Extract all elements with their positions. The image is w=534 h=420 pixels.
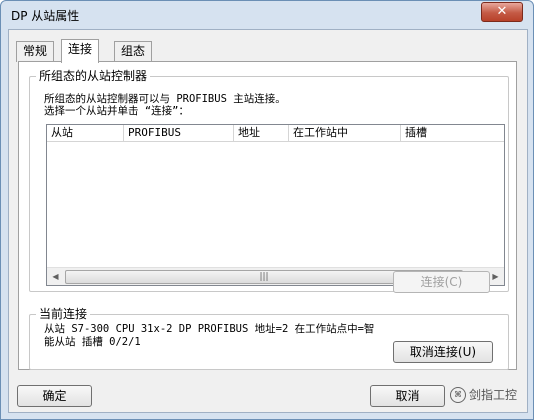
scroll-left-arrow-icon[interactable]: ◀ bbox=[47, 268, 64, 285]
tab-general[interactable]: 常规 bbox=[16, 41, 55, 62]
wechat-icon: ⌘ bbox=[449, 386, 466, 403]
disconnect-button-label: 取消连接(U) bbox=[409, 345, 477, 359]
dialog-window: DP 从站属性 ✕ 常规 连接 组态 所组态的从站控制器 所组态的从站控制器可以… bbox=[0, 0, 534, 420]
cancel-button-label: 取消 bbox=[395, 389, 420, 403]
tab-connection-label: 连接 bbox=[68, 42, 93, 56]
tab-panel: 所组态的从站控制器 所组态的从站控制器可以与 PROFIBUS 主站连接。 选择… bbox=[18, 61, 517, 370]
current-connection-group-label: 当前连接 bbox=[36, 307, 91, 321]
window-title: DP 从站属性 bbox=[11, 9, 80, 23]
connect-button[interactable]: 连接(C) bbox=[393, 271, 490, 293]
ok-button-label: 确定 bbox=[42, 389, 67, 403]
cancel-button[interactable]: 取消 bbox=[370, 385, 445, 407]
column-header-station[interactable]: 在工作站中 bbox=[289, 125, 401, 141]
tab-configuration-label: 组态 bbox=[121, 44, 146, 58]
current-connection-line-2: 能从站 插槽 0/2/1 bbox=[44, 336, 141, 348]
current-connection-line-1: 从站 S7-300 CPU 31x-2 DP PROFIBUS 地址=2 在工作… bbox=[44, 323, 375, 335]
ok-button[interactable]: 确定 bbox=[17, 385, 92, 407]
disconnect-button[interactable]: 取消连接(U) bbox=[393, 341, 493, 363]
watermark: ⌘ 剑指工控 bbox=[449, 386, 517, 403]
tab-connection[interactable]: 连接 bbox=[61, 39, 100, 63]
dialog-client-area: 常规 连接 组态 所组态的从站控制器 所组态的从站控制器可以与 PROFIBUS… bbox=[8, 29, 528, 413]
configured-slaves-group-label: 所组态的从站控制器 bbox=[36, 69, 151, 83]
watermark-text: 剑指工控 bbox=[468, 388, 517, 402]
tab-configuration[interactable]: 组态 bbox=[114, 41, 153, 62]
column-header-slot[interactable]: 插槽 bbox=[401, 125, 505, 141]
column-header-profibus[interactable]: PROFIBUS bbox=[124, 125, 234, 141]
close-icon: ✕ bbox=[496, 4, 508, 19]
slave-table[interactable]: 从站 PROFIBUS 地址 在工作站中 插槽 ◀ ||| ▶ bbox=[46, 124, 505, 286]
connect-button-label: 连接(C) bbox=[420, 275, 463, 289]
instruction-line-2: 选择一个从站并单击 “连接”： bbox=[44, 105, 189, 117]
column-header-slave[interactable]: 从站 bbox=[47, 125, 124, 141]
table-header: 从站 PROFIBUS 地址 在工作站中 插槽 bbox=[47, 125, 504, 142]
close-button[interactable]: ✕ bbox=[481, 2, 523, 22]
tab-general-label: 常规 bbox=[23, 44, 48, 58]
column-header-address[interactable]: 地址 bbox=[234, 125, 289, 141]
title-bar[interactable]: DP 从站属性 ✕ bbox=[1, 1, 533, 27]
scrollbar-grip-icon: ||| bbox=[259, 272, 269, 282]
